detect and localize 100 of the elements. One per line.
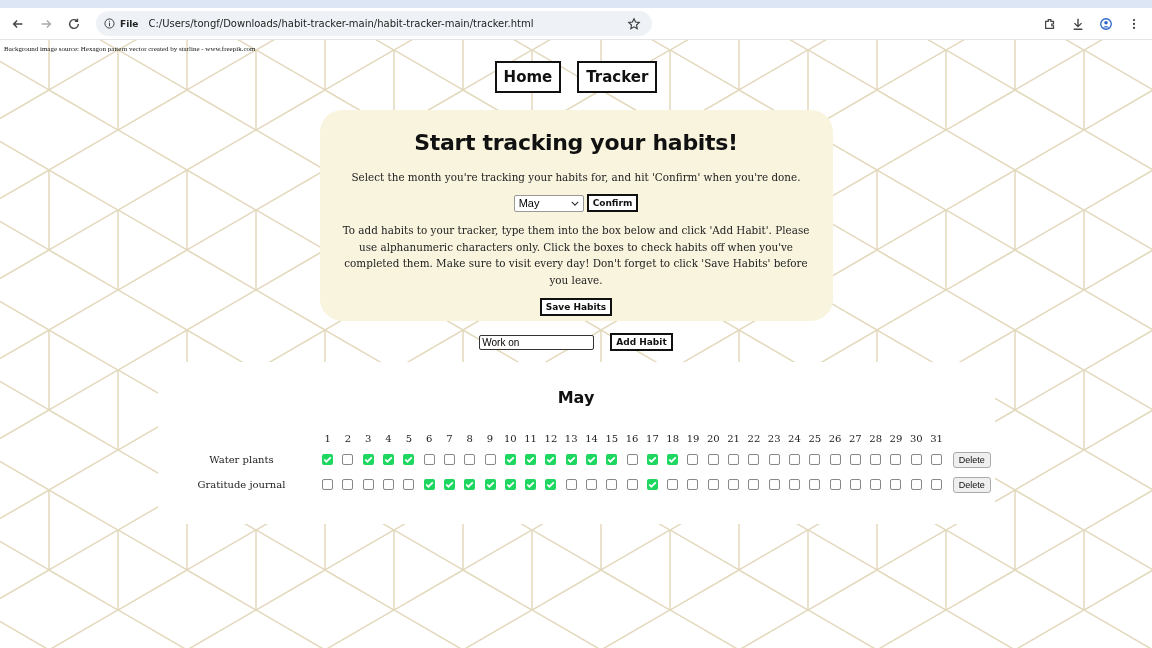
checkbox[interactable] [443,454,455,465]
checkbox[interactable] [565,479,577,490]
checkbox[interactable] [768,479,780,490]
checkbox[interactable] [545,454,557,465]
checkbox[interactable] [606,479,618,490]
checkbox[interactable] [890,454,902,465]
checkbox[interactable] [829,454,841,465]
checkbox[interactable] [870,479,882,490]
delete-button[interactable]: Delete [952,451,991,468]
checkbox[interactable] [626,479,638,490]
checkbox[interactable] [525,479,537,490]
checkbox[interactable] [606,454,618,465]
day-number: 28 [868,433,884,444]
url-text: C:/Users/tongf/Downloads/habit-tracker-main/habit-tracker-main/tracker.html [148,18,535,29]
day-number: 4 [384,433,393,444]
day-number: 12 [543,433,559,444]
checkbox[interactable] [586,479,597,490]
checkbox[interactable] [788,479,800,490]
day-number: 1 [323,433,332,444]
checkbox[interactable] [525,454,537,465]
day-number: 9 [485,433,495,444]
help-text: To add habits to your tracker, type them into the box below and click 'Add Habit'. Please use alphanumeric characters only. Click the boxes to check habits off when you've completed them. Make sure to visit every day! Don't forget to click 'Save Habits' before you leave. [341,223,811,288]
save-habits-button[interactable]: Save Habits [539,298,613,316]
checkbox[interactable] [484,454,496,465]
day-number: 6 [424,433,434,444]
checkbox[interactable] [707,454,719,465]
checkbox[interactable] [646,454,658,465]
day-number: 20 [705,433,721,444]
reload-icon[interactable] [67,16,81,31]
checkbox[interactable] [504,479,516,490]
nav-link[interactable]: Tracker [577,61,658,93]
checkbox[interactable] [931,454,943,465]
file-label: File [120,18,139,29]
checkbox[interactable] [464,454,476,465]
day-number: 18 [665,433,681,444]
month-dropdown[interactable]: May [513,194,584,212]
download-icon[interactable] [1071,16,1085,31]
day-number: 25 [807,433,823,444]
checkbox[interactable] [423,479,435,490]
checkbox[interactable] [870,454,882,465]
day-number: 15 [604,433,620,444]
checkbox[interactable] [809,454,821,465]
checkbox[interactable] [687,454,699,465]
checkbox[interactable] [586,454,597,465]
checkbox[interactable] [383,454,395,465]
checkbox[interactable] [849,479,861,490]
checkbox[interactable] [788,454,800,465]
info-icon[interactable] [104,18,115,29]
page-heading: Start tracking your habits! [414,130,738,155]
checkbox[interactable] [342,479,354,490]
checkbox[interactable] [748,479,760,490]
checkbox[interactable] [809,479,821,490]
nav-link[interactable]: Home [494,61,562,93]
checkbox[interactable] [403,479,415,490]
address-bar[interactable]: File C:/Users/tongf/Downloads/habit-tracker-main/habit-tracker-main/tracker.html [96,11,652,36]
checkbox[interactable] [484,479,496,490]
checkbox[interactable] [504,454,516,465]
checkbox[interactable] [667,479,679,490]
checkbox[interactable] [707,479,719,490]
habit-name: Water plants [208,454,275,465]
checkbox[interactable] [646,479,658,490]
delete-button[interactable]: Delete [952,476,991,493]
checkbox[interactable] [565,454,577,465]
month-heading: May [557,388,595,407]
checkbox[interactable] [362,479,374,490]
checkbox[interactable] [748,454,760,465]
checkbox[interactable] [322,479,334,490]
day-number: 5 [404,433,413,444]
checkbox[interactable] [383,479,395,490]
checkbox[interactable] [931,479,943,490]
checkbox[interactable] [890,479,902,490]
checkbox[interactable] [362,454,374,465]
day-number: 7 [445,433,454,444]
checkbox[interactable] [464,479,476,490]
day-number: 30 [908,433,924,444]
profile-icon[interactable] [1099,16,1113,31]
checkbox[interactable] [545,479,557,490]
checkbox[interactable] [829,479,841,490]
add-habit-button[interactable]: Add Habit [610,333,673,351]
checkbox[interactable] [728,479,740,490]
day-number: 27 [848,433,863,444]
day-number: 22 [746,433,762,444]
checkbox[interactable] [342,454,354,465]
checkbox[interactable] [626,454,638,465]
day-number: 23 [766,433,782,444]
star-icon[interactable] [627,16,641,31]
checkbox[interactable] [768,454,780,465]
checkbox[interactable] [910,454,922,465]
checkbox[interactable] [849,454,861,465]
checkbox[interactable] [423,454,435,465]
puzzle-icon[interactable] [1043,16,1057,31]
checkbox[interactable] [443,479,455,490]
checkbox[interactable] [322,454,334,465]
checkbox[interactable] [667,454,679,465]
day-number: 19 [685,433,701,444]
checkbox[interactable] [910,479,922,490]
confirm-button[interactable]: Confirm [586,194,639,212]
checkbox[interactable] [687,479,699,490]
checkbox[interactable] [728,454,740,465]
checkbox[interactable] [403,454,415,465]
